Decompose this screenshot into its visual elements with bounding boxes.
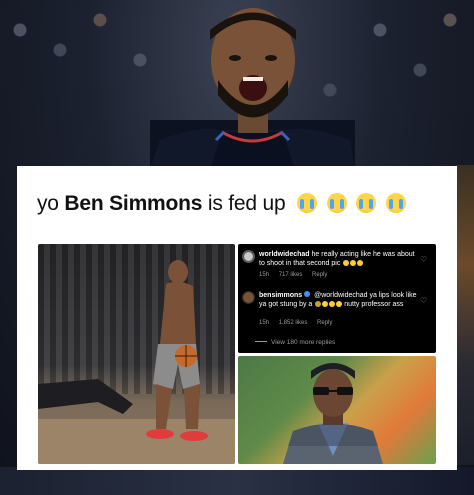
player-figure: [38, 260, 235, 464]
comment-username[interactable]: worldwidechad: [259, 251, 310, 258]
heart-icon[interactable]: ♡: [420, 297, 428, 305]
laughing-emoji-icon: [350, 260, 357, 266]
comment-likes[interactable]: 1,852 likes: [279, 320, 308, 326]
comment-username[interactable]: bensimmons: [259, 292, 302, 299]
instagram-comments: worldwidechad he really acting like he w…: [238, 244, 436, 353]
headline-suffix: is fed up: [202, 192, 286, 215]
comment-worldwidechad: worldwidechad he really acting like he w…: [242, 250, 430, 290]
comment-time: 15h: [259, 320, 270, 326]
laughing-emoji-icon: [322, 301, 329, 307]
comment-likes[interactable]: 717 likes: [279, 272, 303, 278]
laughing-emoji-icon: [357, 260, 364, 266]
shooting-photo: [38, 244, 235, 464]
avatar[interactable]: [242, 250, 255, 263]
laughing-emoji-icon: [343, 260, 350, 266]
verified-badge-icon: [304, 291, 311, 297]
player-photo: [150, 8, 355, 170]
comment-body-continued: nutty professor ass: [342, 301, 404, 308]
headline-name: Ben Simmons: [64, 192, 203, 215]
laughing-emoji-icon: [329, 301, 336, 307]
background-bottom: [0, 467, 474, 495]
bee-emoji-icon: [315, 301, 322, 307]
headline: yo Ben Simmons is fed up: [37, 192, 410, 219]
meme-card: yo Ben Simmons is fed up worldwidechad h…: [17, 166, 457, 470]
comment-text: worldwidechad he really acting like he w…: [259, 250, 418, 268]
crying-emojis: [297, 193, 410, 219]
comment-time: 15h: [259, 272, 270, 278]
heart-icon[interactable]: ♡: [420, 256, 428, 264]
crying-emoji-icon: [356, 193, 377, 213]
comment-meta: 15h 717 likes Reply: [259, 272, 335, 278]
reply-button[interactable]: Reply: [317, 320, 332, 326]
avatar[interactable]: [242, 291, 255, 304]
comment-bensimmons: bensimmons @worldwidechad ya lips look l…: [242, 289, 430, 334]
person-figure: [283, 363, 383, 464]
background-edge: [456, 165, 474, 465]
comment-meta: 15h 1,852 likes Reply: [259, 320, 340, 326]
crying-emoji-icon: [386, 193, 407, 213]
comment-text: bensimmons @worldwidechad ya lips look l…: [259, 291, 418, 309]
view-more-replies[interactable]: View 180 more replies: [255, 339, 335, 346]
reply-button[interactable]: Reply: [312, 272, 327, 278]
crying-emoji-icon: [326, 193, 347, 213]
headline-prefix: yo: [37, 192, 65, 215]
nutty-professor-photo: [238, 356, 436, 464]
crying-emoji-icon: [297, 193, 318, 213]
